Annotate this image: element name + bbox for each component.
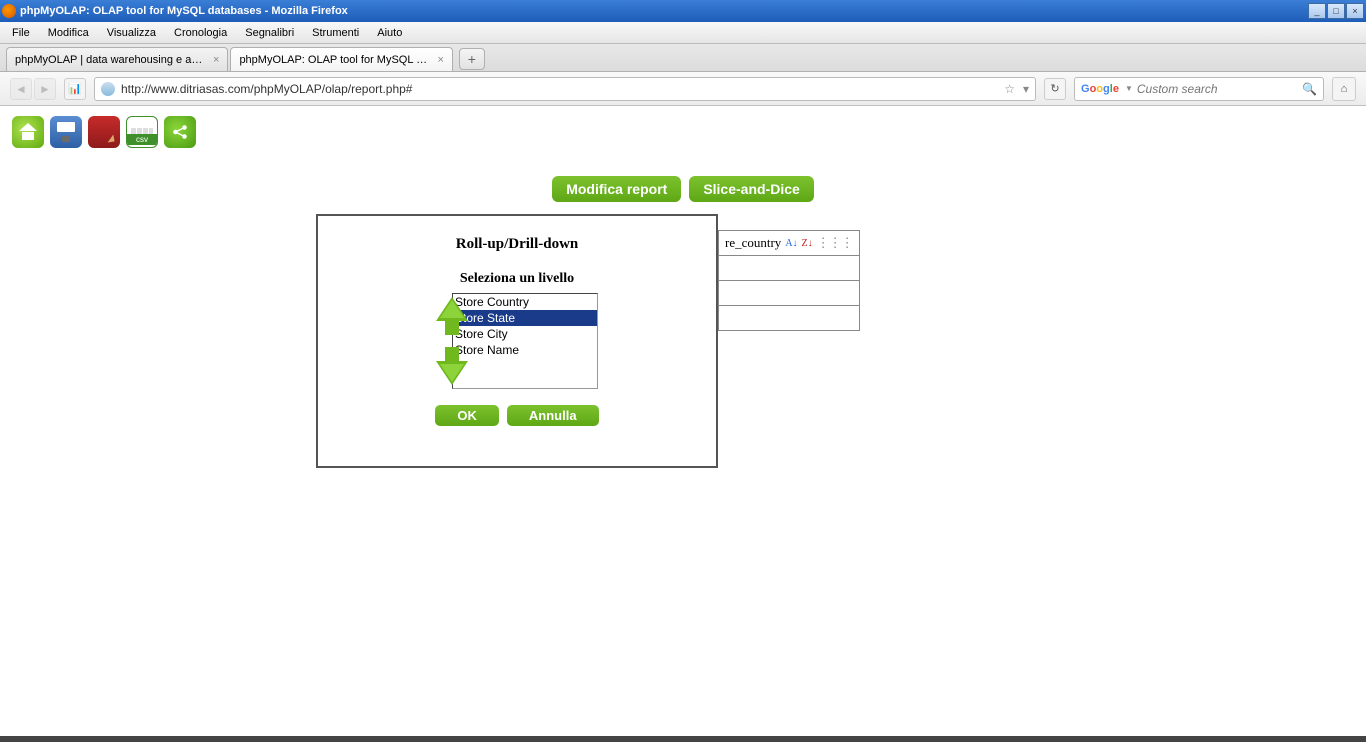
level-option[interactable]: Store State: [453, 310, 597, 326]
window-controls: _ □ ×: [1308, 3, 1364, 19]
globe-icon: [101, 82, 115, 96]
url-extras: ☆ ▾: [1004, 82, 1029, 96]
nav-arrows: ◄ ►: [10, 78, 56, 100]
new-tab-button[interactable]: +: [459, 48, 485, 70]
report-table: re_country A↓ Z↓ ⋮⋮⋮: [718, 230, 860, 331]
level-option[interactable]: Store Name: [453, 342, 597, 358]
maximize-button[interactable]: □: [1327, 3, 1345, 19]
search-input[interactable]: [1137, 82, 1302, 96]
rollup-drilldown-dialog: Roll-up/Drill-down Seleziona un livello …: [316, 214, 718, 468]
menu-edit[interactable]: Modifica: [40, 25, 97, 41]
firefox-icon: [2, 4, 16, 18]
browser-tab-0[interactable]: phpMyOLAP | data warehousing e analisi .…: [6, 47, 228, 71]
level-option[interactable]: Store Country: [453, 294, 597, 310]
tab-close-icon[interactable]: ×: [213, 54, 219, 66]
home-icon-button[interactable]: [12, 116, 44, 148]
table-cell: [719, 256, 860, 281]
tab-label: phpMyOLAP | data warehousing e analisi .…: [15, 54, 205, 66]
home-button[interactable]: ⌂: [1332, 77, 1356, 101]
modify-report-button[interactable]: Modifica report: [552, 176, 681, 202]
level-option[interactable]: Store City: [453, 326, 597, 342]
bottom-strip: [0, 736, 1366, 742]
column-header-label: re_country: [725, 235, 781, 251]
csv-label: csv: [127, 134, 157, 145]
share-icon: [171, 123, 189, 141]
menu-file[interactable]: File: [4, 25, 38, 41]
column-menu-icon[interactable]: ⋮⋮⋮: [817, 235, 853, 251]
tab-close-icon[interactable]: ×: [437, 54, 443, 66]
url-bar[interactable]: ☆ ▾: [94, 77, 1036, 101]
dialog-subtitle: Seleziona un livello: [338, 271, 696, 287]
pdf-export-button[interactable]: [88, 116, 120, 148]
tab-bar: phpMyOLAP | data warehousing e analisi .…: [0, 44, 1366, 72]
sort-asc-icon[interactable]: A↓: [785, 238, 797, 249]
export-toolbar: csv: [0, 106, 1366, 158]
search-submit-icon[interactable]: 🔍: [1302, 82, 1317, 96]
back-button[interactable]: ◄: [10, 78, 32, 100]
column-header[interactable]: re_country A↓ Z↓ ⋮⋮⋮: [725, 235, 853, 251]
action-row: Modifica report Slice-and-Dice: [0, 176, 1366, 202]
bars-icon: 📊: [68, 82, 82, 95]
level-listbox[interactable]: Store CountryStore StateStore CityStore …: [452, 293, 598, 389]
share-button[interactable]: [164, 116, 196, 148]
page-content: csv Modifica report Slice-and-Dice re_co…: [0, 106, 1366, 736]
bookmark-star-icon[interactable]: ☆: [1004, 82, 1015, 96]
window-title: phpMyOLAP: OLAP tool for MySQL databases…: [20, 5, 1308, 17]
dropdown-icon[interactable]: ▾: [1023, 82, 1029, 96]
window-titlebar: phpMyOLAP: OLAP tool for MySQL databases…: [0, 0, 1366, 22]
close-button[interactable]: ×: [1346, 3, 1364, 19]
search-bar[interactable]: Google ▼ 🔍: [1074, 77, 1324, 101]
menu-bar: File Modifica Visualizza Cronologia Segn…: [0, 22, 1366, 44]
table-cell: [719, 306, 860, 331]
menu-bookmarks[interactable]: Segnalibri: [237, 25, 302, 41]
history-dropdown-button[interactable]: 📊: [64, 78, 86, 100]
level-selector-row: Store CountryStore StateStore CityStore …: [338, 293, 696, 389]
table-cell: [719, 281, 860, 306]
url-input[interactable]: [121, 82, 1004, 96]
menu-history[interactable]: Cronologia: [166, 25, 235, 41]
save-icon-button[interactable]: [50, 116, 82, 148]
menu-tools[interactable]: Strumenti: [304, 25, 367, 41]
reload-button[interactable]: ↻: [1044, 78, 1066, 100]
menu-help[interactable]: Aiuto: [369, 25, 410, 41]
nav-toolbar: ◄ ► 📊 ☆ ▾ ↻ Google ▼ 🔍 ⌂: [0, 72, 1366, 106]
forward-button[interactable]: ►: [34, 78, 56, 100]
browser-tab-1[interactable]: phpMyOLAP: OLAP tool for MySQL datab... …: [230, 47, 452, 71]
google-icon: Google: [1081, 83, 1119, 95]
sort-desc-icon[interactable]: Z↓: [802, 238, 813, 249]
ok-button[interactable]: OK: [435, 405, 499, 426]
dialog-buttons: OK Annulla: [338, 405, 696, 426]
cancel-button[interactable]: Annulla: [507, 405, 599, 426]
minimize-button[interactable]: _: [1308, 3, 1326, 19]
slice-dice-button[interactable]: Slice-and-Dice: [689, 176, 813, 202]
menu-view[interactable]: Visualizza: [99, 25, 164, 41]
dialog-title: Roll-up/Drill-down: [338, 236, 696, 253]
rollup-arrow-button[interactable]: [436, 297, 468, 321]
drilldown-arrow-button[interactable]: [436, 361, 468, 385]
csv-export-button[interactable]: csv: [126, 116, 158, 148]
search-engine-dropdown-icon[interactable]: ▼: [1125, 84, 1133, 93]
tab-label: phpMyOLAP: OLAP tool for MySQL datab...: [239, 54, 429, 66]
